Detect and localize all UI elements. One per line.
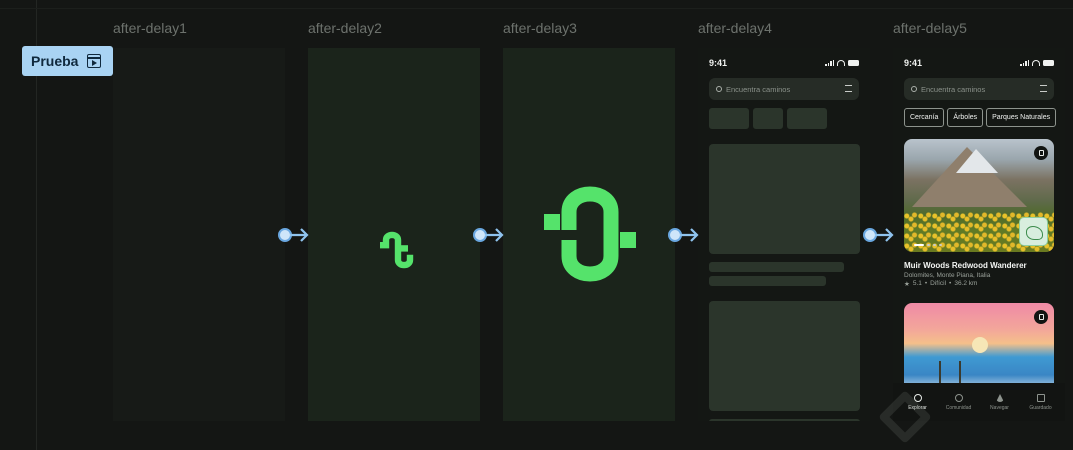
frame-after-delay2[interactable] [308,48,480,421]
flow-name: Prueba [31,53,79,69]
prototype-connector-3[interactable] [668,227,702,243]
skeleton-text-line [709,419,860,421]
skeleton-chip [753,108,783,129]
status-time: 9:41 [709,58,728,68]
bookmark-icon[interactable] [1034,310,1048,324]
wifi-icon [1032,60,1040,66]
prototype-connector-1[interactable] [278,227,312,243]
trail-card-meta: ★ 5.1 • Difícil • 36.2 km [904,280,978,288]
filter-icon[interactable] [845,85,852,92]
battery-icon [848,60,859,66]
filter-chips: Cercanía Árboles Parques Naturales [904,108,1057,127]
frame-label-3[interactable]: after-delay3 [503,20,577,36]
battery-icon [1043,60,1054,66]
skeleton-chip [787,108,827,129]
search-icon [716,86,722,92]
frame-label-1[interactable]: after-delay1 [113,20,187,36]
filter-icon[interactable] [1040,85,1047,92]
prototype-connector-2[interactable] [473,227,507,243]
chip-parques-naturales[interactable]: Parques Naturales [986,108,1057,127]
wifi-icon [837,60,845,66]
carousel-dots [914,244,942,246]
signal-icon [825,60,834,66]
status-bar: 9:41 [698,48,870,70]
bookmark-icon[interactable] [1034,146,1048,160]
map-thumbnail-icon[interactable] [1019,217,1048,246]
canvas-ruler-horizontal [0,8,1073,9]
search-placeholder: Encuentra caminos [921,84,986,94]
search-input[interactable]: Encuentra caminos [709,78,859,100]
skeleton-text-line [709,262,844,272]
skeleton-text-line [709,276,826,286]
skeleton-card-image [709,144,860,254]
frame-label-2[interactable]: after-delay2 [308,20,382,36]
trail-card-title[interactable]: Muir Woods Redwood Wanderer [904,261,1054,270]
chip-arboles[interactable]: Árboles [947,108,984,127]
search-icon [911,86,917,92]
trail-card-location: Dolomites, Monte Piana, Italia [904,272,991,279]
arrow-right-icon [485,228,504,242]
frame-label-5[interactable]: after-delay5 [893,20,967,36]
signal-icon [1020,60,1029,66]
prototype-connector-4[interactable] [863,227,897,243]
frame-after-delay3[interactable] [503,48,675,421]
trail-distance: 36.2 km [954,280,978,287]
skeleton-card-image [709,301,860,411]
search-input[interactable]: Encuentra caminos [904,78,1054,100]
skeleton-chip [709,108,749,129]
arrow-right-icon [290,228,309,242]
sun-shape [972,337,988,353]
star-icon: ★ [904,281,910,288]
mountain-snow-shape [956,149,998,173]
trail-card-image[interactable] [904,139,1054,252]
flow-start-badge[interactable]: Prueba [22,46,113,76]
frame-after-delay5[interactable]: 9:41 Encuentra caminos Cercanía Árboles … [893,48,1065,421]
status-time: 9:41 [904,58,923,68]
frame-after-delay4[interactable]: 9:41 Encuentra caminos [698,48,870,421]
frame-after-delay1[interactable] [113,48,285,421]
trail-difficulty: Difícil [930,280,947,287]
trail-rating: 5.1 [912,280,922,287]
app-logo-large-icon [544,186,636,282]
app-logo-small-icon [380,231,414,269]
arrow-right-icon [875,228,894,242]
status-bar: 9:41 [893,48,1065,70]
arrow-right-icon [680,228,699,242]
frame-label-4[interactable]: after-delay4 [698,20,772,36]
chip-cercania[interactable]: Cercanía [904,108,945,127]
search-placeholder: Encuentra caminos [726,84,791,94]
play-frame-icon[interactable] [87,54,102,68]
watermark-logo [878,380,1070,450]
